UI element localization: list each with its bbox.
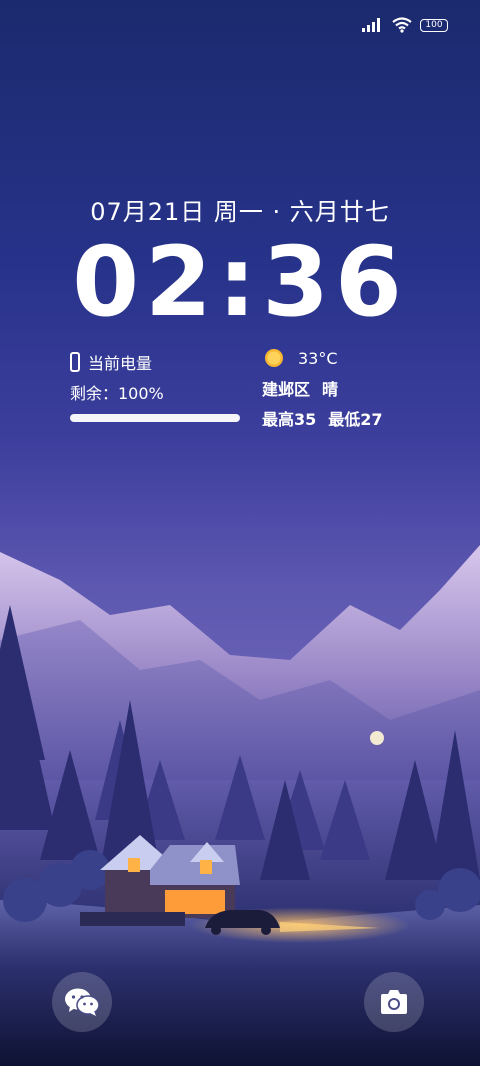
camera-icon xyxy=(381,990,407,1014)
weather-low: 最低27 xyxy=(328,410,383,429)
weather-condition: 晴 xyxy=(322,380,339,399)
weather-range-row: 最高35 最低27 xyxy=(262,406,383,430)
phone-icon xyxy=(70,352,80,372)
camera-shortcut-button[interactable] xyxy=(364,972,424,1032)
wechat-icon xyxy=(65,988,100,1016)
signal-bars-icon xyxy=(362,18,380,32)
battery-remaining-text: 剩余：100% xyxy=(70,384,164,403)
battery-level-text: 100 xyxy=(425,20,443,30)
weather-location-row: 建邺区 晴 xyxy=(262,376,383,400)
weather-location: 建邺区 xyxy=(262,380,311,399)
lock-screen: 100 07月21日 周一 · 六月廿七 02:36 当前电量 剩余：100% … xyxy=(0,0,480,1066)
wallpaper-illustration xyxy=(0,545,480,1066)
lockscreen-clock: 02:36 xyxy=(72,226,408,338)
weather-widget[interactable]: 33°C 建邺区 晴 最高35 最低27 xyxy=(262,346,383,430)
lockscreen-date: 07月21日 周一 · 六月廿七 xyxy=(90,198,390,226)
weather-temp-row: 33°C xyxy=(262,346,383,370)
sun-icon xyxy=(265,349,283,367)
weather-temperature: 33°C xyxy=(298,348,338,368)
status-bar: 100 xyxy=(362,14,448,36)
battery-progress-bar xyxy=(70,414,240,422)
battery-widget-header: 当前电量 xyxy=(70,350,242,374)
battery-widget[interactable]: 当前电量 剩余：100% xyxy=(70,350,242,422)
wechat-shortcut-button[interactable] xyxy=(52,972,112,1032)
battery-widget-title: 当前电量 xyxy=(88,354,153,373)
wifi-icon xyxy=(392,17,412,33)
battery-indicator: 100 xyxy=(420,18,448,32)
weather-high: 最高35 xyxy=(262,410,317,429)
